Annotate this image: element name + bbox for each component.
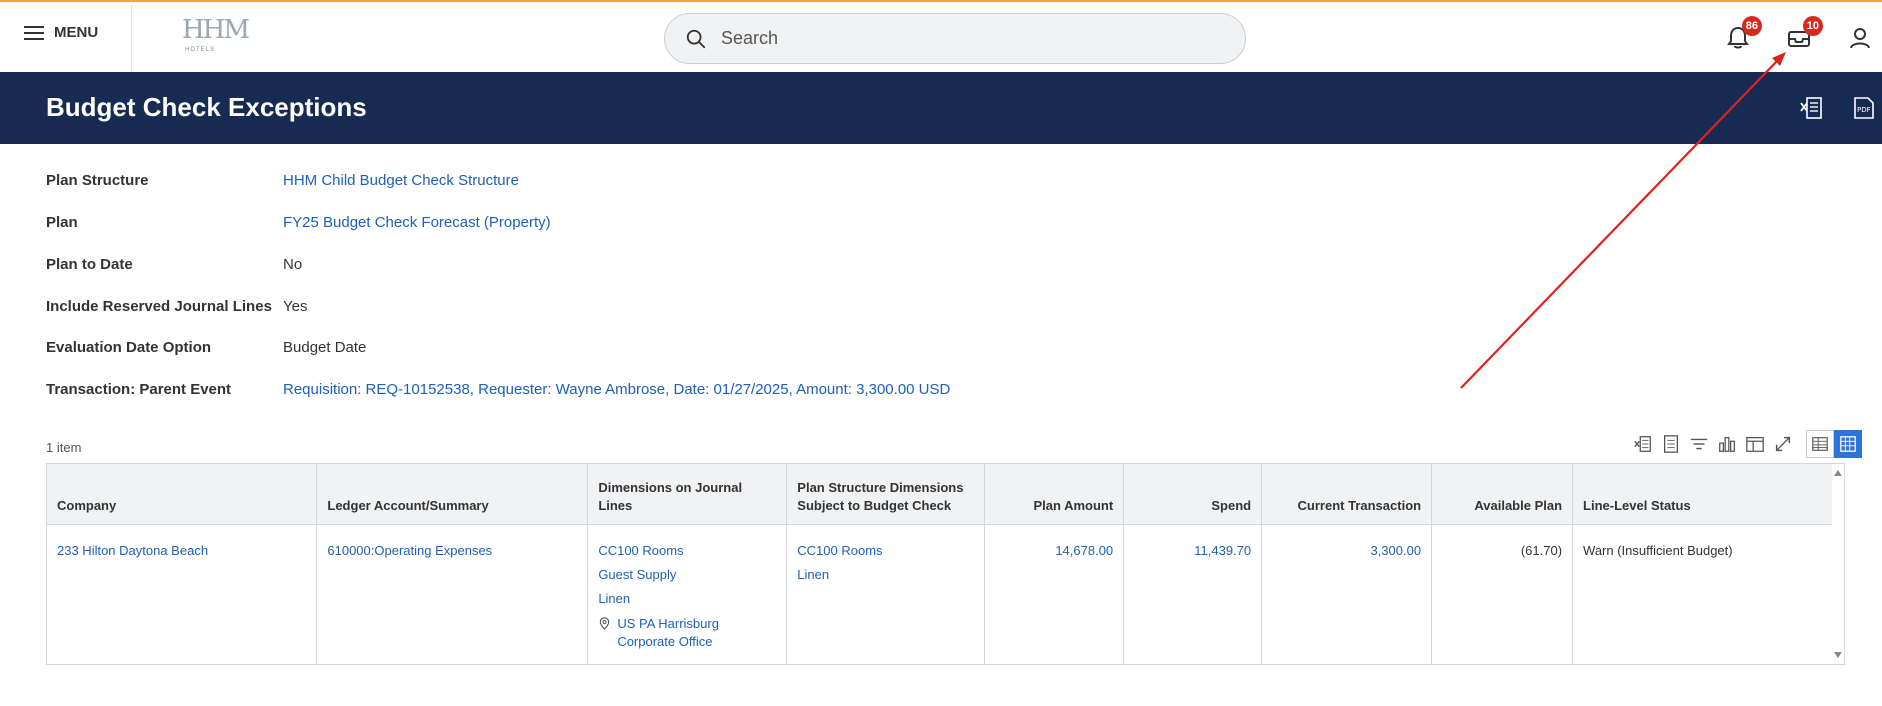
field-plan: Plan FY25 Budget Check Forecast (Propert… <box>46 208 1246 238</box>
notifications-button[interactable]: 86 <box>1724 16 1762 52</box>
cell-spend: 11,439.70 <box>1123 524 1263 664</box>
filter-icon <box>1690 438 1708 450</box>
export-pdf-button[interactable]: PDF <box>1850 94 1878 122</box>
column-header-spend[interactable]: Spend <box>1123 464 1263 525</box>
column-header-plan-amount[interactable]: Plan Amount <box>984 464 1125 525</box>
column-header-available-plan[interactable]: Available Plan <box>1431 464 1574 525</box>
logo-subtitle: HOTELS <box>184 47 215 53</box>
search-bar[interactable] <box>664 13 1246 64</box>
export-table-button[interactable] <box>1632 433 1654 455</box>
logo-mark: HHM <box>182 15 250 45</box>
column-header-plan-dimensions[interactable]: Plan Structure Dimensions Subject to Bud… <box>786 464 986 525</box>
field-include-reserved: Include Reserved Journal Lines Yes <box>46 292 1246 322</box>
export-excel-button[interactable] <box>1798 94 1826 122</box>
search-input[interactable] <box>721 28 1201 49</box>
excel-icon <box>1800 97 1822 119</box>
exceptions-table: Company Ledger Account/Summary Dimension… <box>46 463 1845 665</box>
print-table-button[interactable] <box>1660 433 1682 455</box>
cell-plan-dimensions: CC100 Rooms Linen <box>786 524 986 664</box>
scroll-up-arrow[interactable] <box>1834 470 1842 476</box>
ledger-link[interactable]: 610000:Operating Expenses <box>327 543 577 558</box>
document-icon <box>1664 435 1678 453</box>
table-view-button[interactable] <box>1806 430 1834 458</box>
plan-amount-link[interactable]: 14,678.00 <box>995 543 1113 558</box>
search-icon <box>686 29 706 48</box>
field-plan-structure: Plan Structure HHM Child Budget Check St… <box>46 166 1246 196</box>
menu-label: MENU <box>54 24 99 41</box>
company-logo[interactable]: HHM HOTELS <box>182 15 250 61</box>
menu-button[interactable]: MENU <box>24 24 98 41</box>
transaction-link[interactable]: Requisition: REQ-10152538, Requester: Wa… <box>283 381 950 398</box>
plan-dimension-link[interactable]: CC100 Rooms <box>797 543 974 558</box>
hamburger-icon <box>24 25 44 40</box>
current-transaction-link[interactable]: 3,300.00 <box>1272 543 1421 558</box>
location-label: US PA Harrisburg Corporate Office <box>617 615 719 649</box>
company-link[interactable]: 233 Hilton Daytona Beach <box>57 543 306 558</box>
field-label: Plan Structure <box>46 172 149 189</box>
dimension-link[interactable]: CC100 Rooms <box>598 543 776 558</box>
plan-link[interactable]: FY25 Budget Check Forecast (Property) <box>283 214 551 231</box>
column-header-status[interactable]: Line-Level Status <box>1572 464 1844 525</box>
plan-structure-link[interactable]: HHM Child Budget Check Structure <box>283 172 519 189</box>
page-header: Budget Check Exceptions PDF <box>0 72 1882 144</box>
cell-status: Warn (Insufficient Budget) <box>1572 524 1844 664</box>
field-plan-to-date: Plan to Date No <box>46 250 1246 280</box>
column-header-ledger[interactable]: Ledger Account/Summary <box>316 464 589 525</box>
column-header-current-transaction[interactable]: Current Transaction <box>1261 464 1433 525</box>
cell-ledger: 610000:Operating Expenses <box>316 524 589 664</box>
pdf-icon: PDF <box>1854 97 1874 119</box>
field-label: Transaction: Parent Event <box>46 381 232 398</box>
profile-button[interactable] <box>1846 24 1874 52</box>
expand-icon <box>1775 436 1791 452</box>
table-icon <box>1812 437 1828 451</box>
svg-text:PDF: PDF <box>1857 106 1871 114</box>
columns-icon <box>1746 437 1764 452</box>
top-bar: MENU HHM HOTELS 86 10 <box>0 0 1882 74</box>
field-evaluation-date: Evaluation Date Option Budget Date <box>46 333 1246 363</box>
cell-available-plan: (61.70) <box>1431 524 1574 664</box>
field-label: Include Reserved Journal Lines <box>46 298 272 315</box>
user-icon <box>1850 28 1870 49</box>
column-header-company[interactable]: Company <box>47 464 318 525</box>
field-label: Plan <box>46 214 78 231</box>
notifications-badge: 86 <box>1741 16 1762 36</box>
bar-chart-icon <box>1719 437 1735 452</box>
table-toolbar <box>1632 430 1862 458</box>
inbox-button[interactable]: 10 <box>1785 16 1823 52</box>
location-link[interactable]: US PA Harrisburg Corporate Office <box>598 615 776 651</box>
table-scrollbar[interactable] <box>1832 464 1844 664</box>
grid-icon <box>1840 436 1856 452</box>
field-value: No <box>283 256 303 273</box>
excel-icon <box>1634 436 1651 452</box>
columns-button[interactable] <box>1744 433 1766 455</box>
column-header-dimensions[interactable]: Dimensions on Journal Lines <box>587 464 788 525</box>
inbox-badge: 10 <box>1802 16 1823 36</box>
page-title: Budget Check Exceptions <box>46 92 367 122</box>
table-header-row: Company Ledger Account/Summary Dimension… <box>47 464 1844 525</box>
dimension-link[interactable]: Linen <box>598 591 776 606</box>
filter-button[interactable] <box>1688 433 1710 455</box>
divider <box>131 4 132 74</box>
cell-company: 233 Hilton Daytona Beach <box>47 524 318 664</box>
plan-dimension-link[interactable]: Linen <box>797 567 974 582</box>
field-value: Yes <box>283 298 308 315</box>
field-transaction: Transaction: Parent Event Requisition: R… <box>46 375 1246 405</box>
cell-plan-amount: 14,678.00 <box>984 524 1125 664</box>
table-row: 233 Hilton Daytona Beach 610000:Operatin… <box>47 524 1844 664</box>
cell-current-transaction: 3,300.00 <box>1261 524 1433 664</box>
chart-button[interactable] <box>1716 433 1738 455</box>
field-label: Plan to Date <box>46 256 133 273</box>
cell-dimensions: CC100 Rooms Guest Supply Linen US PA Har… <box>587 524 788 664</box>
spend-link[interactable]: 11,439.70 <box>1134 543 1251 558</box>
fullscreen-button[interactable] <box>1772 433 1794 455</box>
scroll-down-arrow[interactable] <box>1834 652 1842 658</box>
item-count: 1 item <box>46 440 82 455</box>
location-pin-icon <box>600 616 610 630</box>
dimension-link[interactable]: Guest Supply <box>598 567 776 582</box>
grid-view-button[interactable] <box>1834 430 1862 458</box>
field-value: Budget Date <box>283 339 367 356</box>
field-label: Evaluation Date Option <box>46 339 212 356</box>
